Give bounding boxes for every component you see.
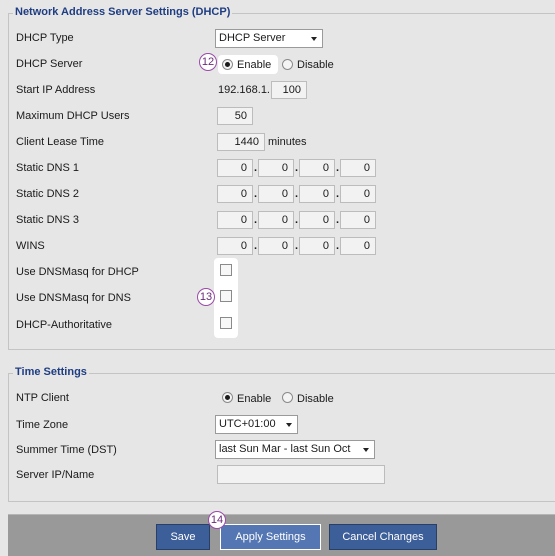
static-dns-3-octet-2[interactable]: 0 <box>258 211 294 229</box>
start-ip-prefix: 192.168.1. <box>218 84 270 96</box>
authoritative-checkbox[interactable] <box>220 317 232 329</box>
ip-dot: . <box>254 188 258 200</box>
static-dns-1-octet-4[interactable]: 0 <box>340 159 376 177</box>
static-dns-3-label: Static DNS 3 <box>16 214 79 226</box>
static-dns-2-octet-1[interactable]: 0 <box>217 185 253 203</box>
dnsmasq-dns-checkbox[interactable] <box>220 290 232 302</box>
dnsmasq-dns-label: Use DNSMasq for DNS <box>16 292 131 304</box>
max-users-input[interactable]: 50 <box>217 107 253 125</box>
lease-time-input[interactable]: 1440 <box>217 133 265 151</box>
wins-octet-2[interactable]: 0 <box>258 237 294 255</box>
ip-dot: . <box>336 188 340 200</box>
dhcp-server-enable-label: Enable <box>237 59 272 71</box>
chevron-down-icon <box>286 423 292 427</box>
static-dns-1-octet-3[interactable]: 0 <box>299 159 335 177</box>
lease-time-unit: minutes <box>268 136 307 148</box>
dhcp-server-enable-radio[interactable] <box>222 59 233 70</box>
ip-dot: . <box>254 214 258 226</box>
wins-octet-4[interactable]: 0 <box>340 237 376 255</box>
wins-octet-1[interactable]: 0 <box>217 237 253 255</box>
ip-dot: . <box>336 240 340 252</box>
time-zone-value: UTC+01:00 <box>219 418 276 430</box>
ntp-disable-label: Disable <box>297 393 334 405</box>
time-zone-select[interactable]: UTC+01:00 <box>215 415 298 434</box>
annotation-badge-12: 12 <box>199 53 217 71</box>
chevron-down-icon <box>363 448 369 452</box>
summer-time-value: last Sun Mar - last Sun Oct <box>219 443 351 455</box>
dnsmasq-dhcp-label: Use DNSMasq for DHCP <box>16 266 139 278</box>
ip-dot: . <box>295 162 299 174</box>
lease-time-label: Client Lease Time <box>16 136 105 148</box>
authoritative-label: DHCP-Authoritative <box>16 319 112 331</box>
ntp-enable-radio[interactable] <box>222 392 233 403</box>
ip-dot: . <box>336 162 340 174</box>
ntp-enable-label: Enable <box>237 393 272 405</box>
summer-time-select[interactable]: last Sun Mar - last Sun Oct <box>215 440 375 459</box>
dhcp-server-label: DHCP Server <box>16 58 83 70</box>
ip-dot: . <box>295 214 299 226</box>
server-input[interactable] <box>217 465 385 484</box>
static-dns-1-octet-1[interactable]: 0 <box>217 159 253 177</box>
cancel-changes-button[interactable]: Cancel Changes <box>329 524 437 550</box>
ip-dot: . <box>295 188 299 200</box>
ntp-disable-radio[interactable] <box>282 392 293 403</box>
static-dns-3-octet-1[interactable]: 0 <box>217 211 253 229</box>
dhcp-type-select[interactable]: DHCP Server <box>215 29 323 48</box>
static-dns-3-octet-4[interactable]: 0 <box>340 211 376 229</box>
start-ip-label: Start IP Address <box>16 84 96 96</box>
max-users-label: Maximum DHCP Users <box>16 110 130 122</box>
dhcp-server-disable-radio[interactable] <box>282 59 293 70</box>
wins-label: WINS <box>16 240 45 252</box>
time-section-title: Time Settings <box>13 366 89 378</box>
start-ip-octet-input[interactable]: 100 <box>271 81 307 99</box>
static-dns-2-octet-2[interactable]: 0 <box>258 185 294 203</box>
ntp-client-label: NTP Client <box>16 392 69 404</box>
annotation-badge-13: 13 <box>197 288 215 306</box>
summer-time-label: Summer Time (DST) <box>16 444 117 456</box>
server-label: Server IP/Name <box>16 469 95 481</box>
static-dns-3-octet-3[interactable]: 0 <box>299 211 335 229</box>
dnsmasq-dhcp-checkbox[interactable] <box>220 264 232 276</box>
static-dns-2-label: Static DNS 2 <box>16 188 79 200</box>
static-dns-1-octet-2[interactable]: 0 <box>258 159 294 177</box>
chevron-down-icon <box>311 37 317 41</box>
time-zone-label: Time Zone <box>16 419 69 431</box>
annotation-badge-14: 14 <box>208 511 226 529</box>
ip-dot: . <box>336 214 340 226</box>
ip-dot: . <box>254 162 258 174</box>
dhcp-server-disable-label: Disable <box>297 59 334 71</box>
wins-octet-3[interactable]: 0 <box>299 237 335 255</box>
static-dns-1-label: Static DNS 1 <box>16 162 79 174</box>
apply-settings-button[interactable]: Apply Settings <box>220 524 321 550</box>
ip-dot: . <box>295 240 299 252</box>
dhcp-type-value: DHCP Server <box>219 32 286 44</box>
dhcp-type-label: DHCP Type <box>16 32 74 44</box>
static-dns-2-octet-3[interactable]: 0 <box>299 185 335 203</box>
dhcp-section-title: Network Address Server Settings (DHCP) <box>13 6 233 18</box>
save-button[interactable]: Save <box>156 524 210 550</box>
static-dns-2-octet-4[interactable]: 0 <box>340 185 376 203</box>
ip-dot: . <box>254 240 258 252</box>
